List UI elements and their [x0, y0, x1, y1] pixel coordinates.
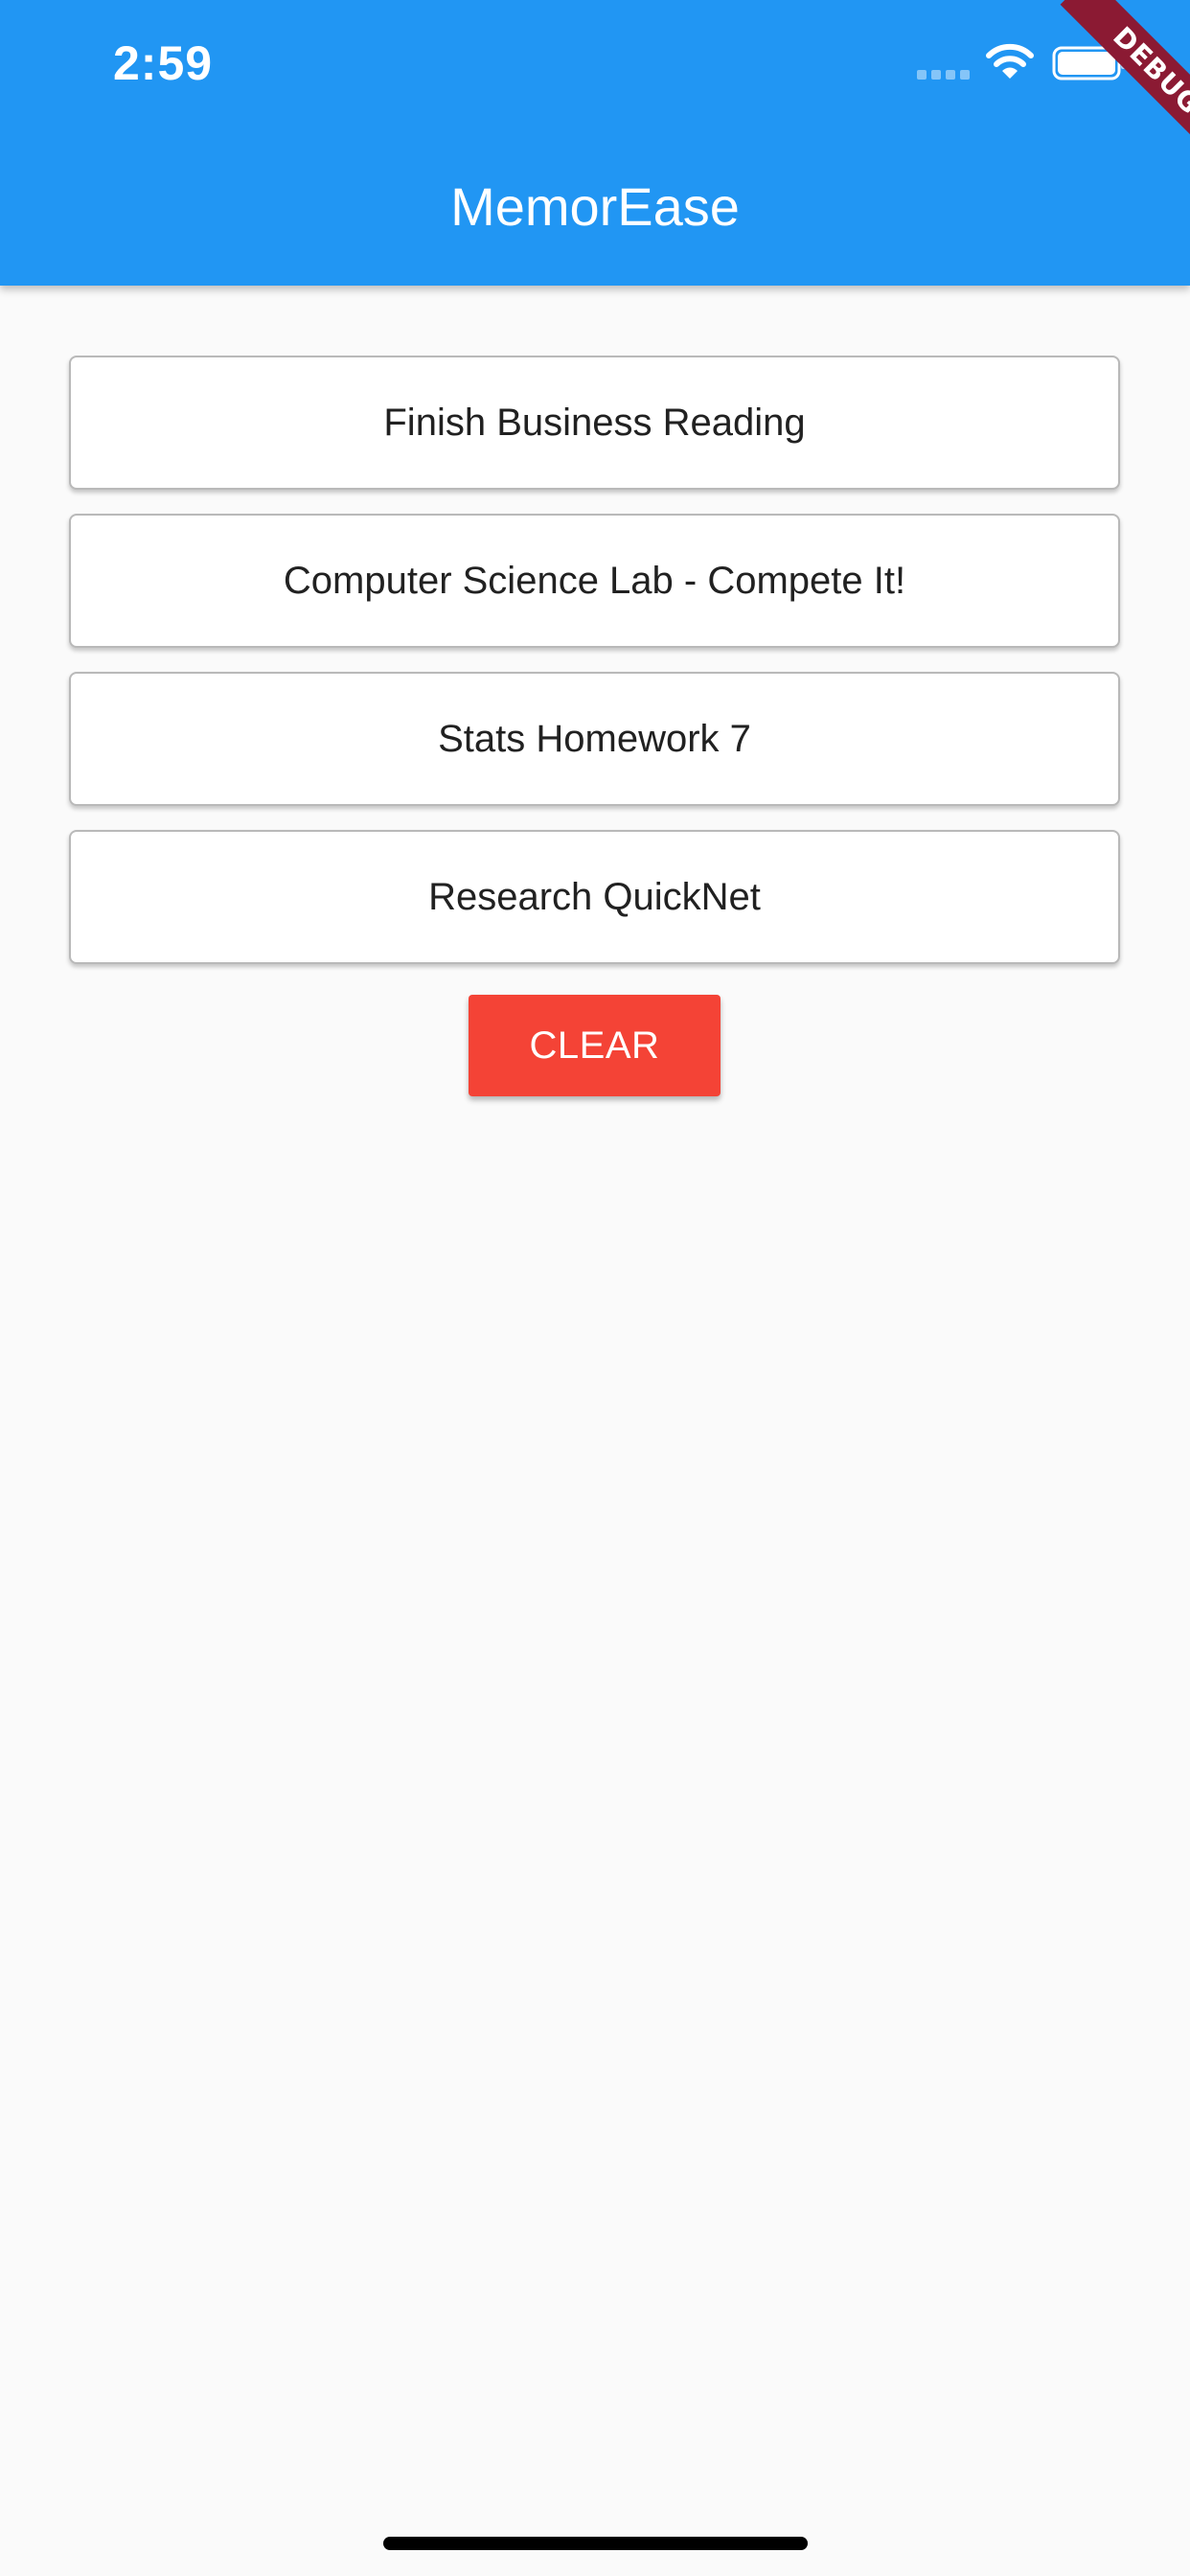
- app-title: MemorEase: [450, 176, 740, 237]
- task-button-business-reading[interactable]: Finish Business Reading: [69, 356, 1120, 490]
- debug-banner: DEBUG: [1027, 0, 1190, 163]
- task-button-cs-lab[interactable]: Computer Science Lab - Compete It!: [69, 514, 1120, 648]
- task-button-stats-homework[interactable]: Stats Homework 7: [69, 672, 1120, 806]
- status-bar-time: 2:59: [113, 36, 214, 90]
- task-list: Finish Business Reading Computer Science…: [69, 356, 1120, 988]
- debug-banner-label: DEBUG: [1060, 0, 1190, 163]
- task-button-research-quicknet[interactable]: Research QuickNet: [69, 830, 1120, 964]
- app-bar: 2:59 MemorEase: [0, 0, 1190, 286]
- clear-button[interactable]: CLEAR: [469, 995, 721, 1096]
- cellular-signal-icon: [917, 70, 970, 80]
- home-indicator[interactable]: [383, 2537, 808, 2550]
